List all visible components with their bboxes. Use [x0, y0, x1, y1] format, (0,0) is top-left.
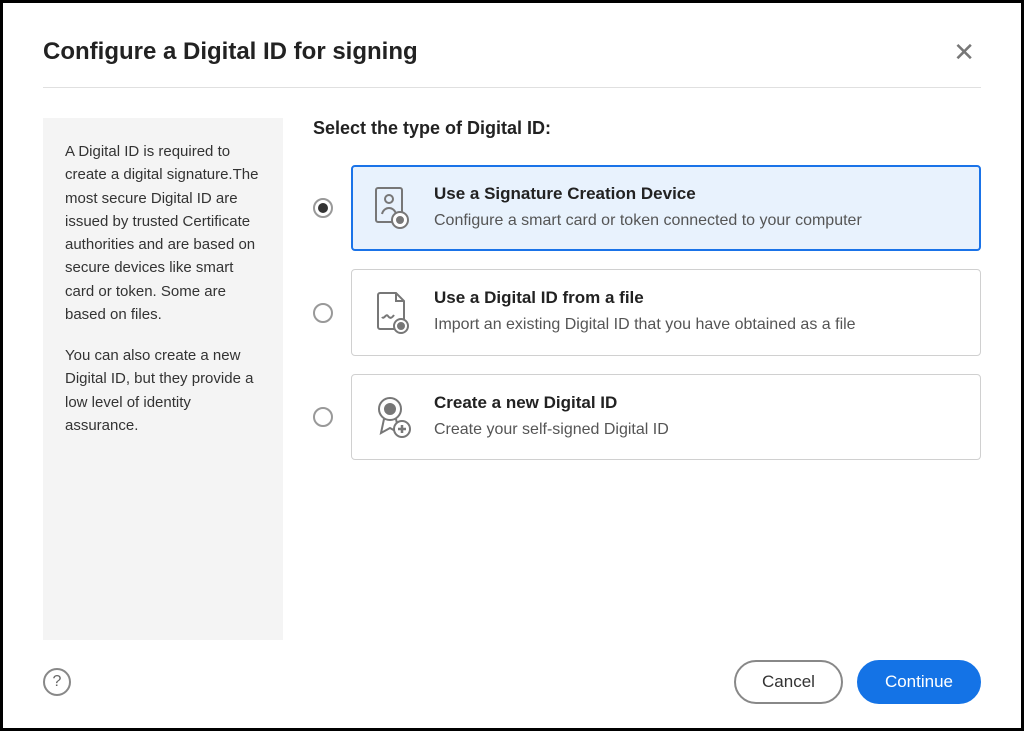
cancel-button[interactable]: Cancel — [734, 660, 843, 704]
radio-create-new[interactable] — [313, 407, 333, 427]
option-text: Create a new Digital ID Create your self… — [434, 393, 960, 441]
help-icon: ? — [53, 673, 62, 691]
help-button[interactable]: ? — [43, 668, 71, 696]
option-from-file[interactable]: Use a Digital ID from a file Import an e… — [313, 269, 981, 355]
dialog-footer: ? Cancel Continue — [43, 640, 981, 704]
option-text: Use a Digital ID from a file Import an e… — [434, 288, 960, 336]
close-button[interactable]: ✕ — [947, 35, 981, 69]
option-card-signature-device[interactable]: Use a Signature Creation Device Configur… — [351, 165, 981, 251]
option-title: Use a Digital ID from a file — [434, 288, 960, 308]
option-signature-device[interactable]: Use a Signature Creation Device Configur… — [313, 165, 981, 251]
dialog-body: A Digital ID is required to create a dig… — [43, 88, 981, 640]
option-desc: Import an existing Digital ID that you h… — [434, 314, 960, 336]
option-card-from-file[interactable]: Use a Digital ID from a file Import an e… — [351, 269, 981, 355]
dialog-title: Configure a Digital ID for signing — [43, 38, 418, 66]
digital-id-dialog: Configure a Digital ID for signing ✕ A D… — [3, 3, 1021, 728]
option-card-create-new[interactable]: Create a new Digital ID Create your self… — [351, 374, 981, 460]
continue-button[interactable]: Continue — [857, 660, 981, 704]
sidebar-paragraph: You can also create a new Digital ID, bu… — [65, 344, 261, 437]
signed-file-icon — [372, 291, 412, 335]
option-desc: Create your self-signed Digital ID — [434, 419, 960, 441]
info-sidebar: A Digital ID is required to create a dig… — [43, 118, 283, 640]
option-create-new[interactable]: Create a new Digital ID Create your self… — [313, 374, 981, 460]
footer-buttons: Cancel Continue — [734, 660, 981, 704]
dialog-header: Configure a Digital ID for signing ✕ — [43, 35, 981, 88]
close-icon: ✕ — [953, 37, 975, 67]
section-label: Select the type of Digital ID: — [313, 118, 981, 139]
radio-signature-device[interactable] — [313, 198, 333, 218]
option-desc: Configure a smart card or token connecte… — [434, 210, 960, 232]
id-badge-icon — [372, 186, 412, 230]
sidebar-paragraph: A Digital ID is required to create a dig… — [65, 140, 261, 326]
badge-plus-icon — [372, 395, 412, 439]
main-panel: Select the type of Digital ID: — [313, 118, 981, 640]
option-title: Use a Signature Creation Device — [434, 184, 960, 204]
radio-from-file[interactable] — [313, 303, 333, 323]
option-text: Use a Signature Creation Device Configur… — [434, 184, 960, 232]
option-title: Create a new Digital ID — [434, 393, 960, 413]
